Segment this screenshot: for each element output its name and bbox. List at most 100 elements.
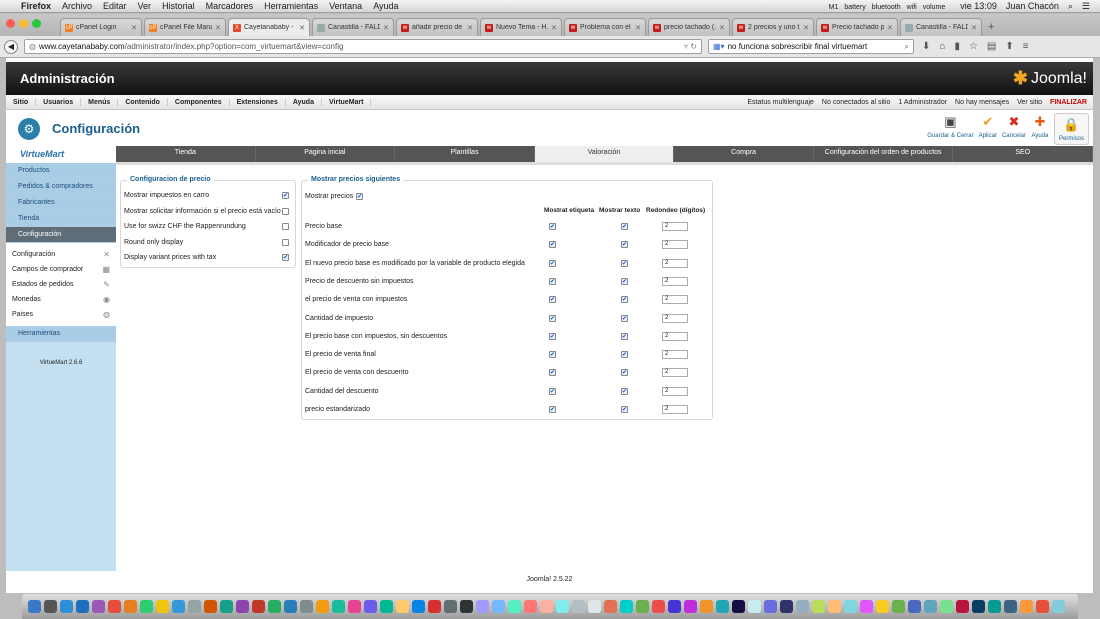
rounding-input[interactable]: 2 — [662, 222, 688, 231]
rounding-input[interactable]: 2 — [662, 258, 688, 268]
rounding-input[interactable]: 2 — [662, 405, 688, 414]
status-volume-icon[interactable]: volume — [923, 4, 946, 11]
rounding-input[interactable]: 2 — [662, 368, 688, 378]
price-config-checkbox[interactable]: ✔ — [282, 192, 289, 199]
rounding-input[interactable]: 2 — [662, 276, 688, 286]
dock-app-icon[interactable] — [204, 600, 217, 613]
dock-app-icon[interactable] — [220, 600, 233, 613]
new-tab-button[interactable]: + — [988, 21, 994, 36]
dock-app-icon[interactable] — [796, 600, 809, 613]
menu-app-name[interactable]: Firefox — [21, 1, 51, 11]
show-text-checkbox[interactable]: ✔ — [621, 351, 628, 359]
dock-app-icon[interactable] — [60, 600, 73, 613]
dock-app-icon[interactable] — [764, 600, 777, 613]
menu-item-0[interactable]: Archivo — [62, 1, 92, 11]
admin-menu-6[interactable]: Ayuda — [286, 98, 322, 106]
bookmarks-icon[interactable]: ▤ — [987, 41, 996, 52]
dock-app-icon[interactable] — [252, 600, 265, 613]
show-label-checkbox[interactable]: ✔ — [549, 241, 556, 249]
dock-app-icon[interactable] — [156, 600, 169, 613]
dock-app-icon[interactable] — [988, 600, 1001, 613]
dock-app-icon[interactable] — [716, 600, 729, 613]
show-text-checkbox[interactable]: ✔ — [621, 387, 628, 395]
pocket-icon[interactable]: ▮ — [954, 41, 960, 52]
show-text-checkbox[interactable]: ✔ — [621, 406, 628, 413]
browser-tab[interactable]: wPrecio tachado p...✕ — [816, 18, 898, 36]
tab-close-icon[interactable]: ✕ — [803, 24, 809, 32]
notification-icon[interactable]: ☰ — [1082, 1, 1090, 12]
dock-app-icon[interactable] — [572, 600, 585, 613]
dock-app-icon[interactable] — [812, 600, 825, 613]
zoom-window-button[interactable] — [32, 19, 41, 28]
tab-close-icon[interactable]: ✕ — [719, 24, 725, 32]
search-engine-icon[interactable]: ▦▾ — [713, 42, 725, 51]
sidebar-item-2[interactable]: Fabricantes — [6, 195, 116, 211]
browser-tab[interactable]: X Cayetanababy - ... ✕ — [228, 18, 310, 36]
addon-icon[interactable]: ⬆ — [1005, 41, 1013, 52]
rounding-input[interactable]: 2 — [662, 386, 688, 396]
browser-tab[interactable]: wañadir precio de ...✕ — [396, 18, 478, 36]
menubar-user[interactable]: Juan Chacón — [1006, 1, 1059, 12]
admin-menu-0[interactable]: Sitio — [6, 98, 37, 106]
dock-app-icon[interactable] — [428, 600, 441, 613]
show-label-checkbox[interactable]: ✔ — [549, 223, 556, 230]
bookmark-star-icon[interactable]: ☆ — [969, 41, 978, 52]
sidebar-item-1[interactable]: Pedidos & compradores — [6, 179, 116, 195]
show-label-checkbox[interactable]: ✔ — [549, 332, 556, 340]
close-window-button[interactable] — [6, 19, 15, 28]
browser-tab[interactable]: w Nuevo Tema - H... ✕ — [480, 18, 562, 36]
dock-app-icon[interactable] — [476, 600, 489, 613]
show-label-checkbox[interactable]: ✔ — [549, 406, 556, 413]
dock-app-icon[interactable] — [748, 600, 761, 613]
rounding-input[interactable]: 2 — [662, 240, 688, 250]
admin-status-5[interactable]: FINALIZAR — [1050, 99, 1087, 106]
dock-app-icon[interactable] — [956, 600, 969, 613]
sidebar-item-0[interactable]: Productos — [6, 163, 116, 179]
download-icon[interactable]: ⬇ — [922, 41, 930, 52]
home-icon[interactable]: ⌂ — [939, 41, 945, 52]
rounding-input[interactable]: 2 — [662, 313, 688, 323]
dock-app-icon[interactable] — [636, 600, 649, 613]
tab-close-icon[interactable]: ✕ — [971, 24, 977, 32]
dock-app-icon[interactable] — [556, 600, 569, 613]
minimize-window-button[interactable] — [19, 19, 28, 28]
browser-tab[interactable]: Canastilla - FALD...✕ — [900, 18, 982, 36]
dock-app-icon[interactable] — [380, 600, 393, 613]
rounding-input[interactable]: 2 — [662, 331, 688, 341]
status-wifi-icon[interactable]: wifi — [907, 4, 917, 11]
joomla-logo[interactable]: ✱ Joomla! — [1013, 68, 1087, 89]
dock-app-icon[interactable] — [236, 600, 249, 613]
dock-app-icon[interactable] — [524, 600, 537, 613]
vm-tab-4[interactable]: Compra — [674, 146, 814, 162]
vm-tab-1[interactable]: Pagina inicial — [256, 146, 396, 162]
dock-app-icon[interactable] — [652, 600, 665, 613]
show-label-checkbox[interactable]: ✔ — [549, 314, 556, 322]
admin-menu-4[interactable]: Componentes — [168, 98, 230, 106]
status-bluetooth-icon[interactable]: bluetooth — [872, 4, 901, 11]
dock-app-icon[interactable] — [124, 600, 137, 613]
admin-menu-1[interactable]: Usuarios — [36, 98, 82, 106]
url-bar[interactable]: ◍ www.cayetanababy.com /administrator/in… — [24, 39, 702, 54]
search-icon[interactable]: ⌕ — [905, 42, 909, 52]
dock-app-icon[interactable] — [540, 600, 553, 613]
dock-app-icon[interactable] — [620, 600, 633, 613]
tab-close-icon[interactable]: ✕ — [215, 24, 221, 32]
menu-item-5[interactable]: Herramientas — [264, 1, 318, 11]
dock-app-icon[interactable] — [684, 600, 697, 613]
dock-app-icon[interactable] — [876, 600, 889, 613]
tab-close-icon[interactable]: ✕ — [383, 24, 389, 32]
sidebar-item-herramientas[interactable]: Herramientas — [6, 326, 116, 342]
tab-close-icon[interactable]: ✕ — [551, 24, 557, 32]
admin-status-1[interactable]: No conectados al sitio — [822, 99, 890, 106]
dock-app-icon[interactable] — [92, 600, 105, 613]
help-button[interactable]: ✚ Ayuda — [1031, 113, 1049, 145]
browser-tab[interactable]: w2 precios y uno t... ✕ — [732, 18, 814, 36]
menu-item-4[interactable]: Marcadores — [206, 1, 254, 11]
rounding-input[interactable]: 2 — [662, 295, 688, 305]
back-button[interactable]: ◀ — [4, 39, 18, 54]
dock-app-icon[interactable] — [908, 600, 921, 613]
lock-button[interactable]: 🔒 Permisos — [1053, 112, 1089, 145]
dock-app-icon[interactable] — [460, 600, 473, 613]
vm-tab-5[interactable]: Configuración del orden de productos — [814, 146, 954, 162]
vm-tab-0[interactable]: Tienda — [116, 146, 256, 162]
